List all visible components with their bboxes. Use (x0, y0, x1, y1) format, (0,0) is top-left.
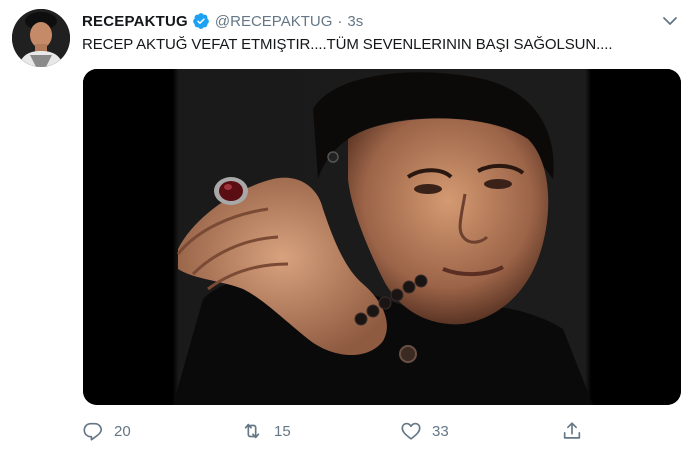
chevron-down-icon[interactable] (662, 14, 678, 26)
tweet-text: RECEP AKTUĞ VEFAT ETMIŞTIR....TÜM SEVENL… (82, 36, 613, 53)
retweet-count: 15 (274, 422, 291, 440)
tweet-timestamp[interactable]: 3s (347, 13, 363, 30)
share-icon (563, 422, 581, 439)
user-handle[interactable]: @RECEPAKTUG (215, 13, 332, 30)
retweet-button[interactable]: 15 (240, 418, 291, 444)
tweet-actions: 20 15 33 (82, 418, 602, 444)
header-separator: · (337, 12, 343, 30)
tweet-photo[interactable] (83, 69, 681, 405)
like-count: 33 (432, 422, 449, 440)
reply-count: 20 (114, 422, 131, 440)
verified-badge-icon (192, 12, 210, 30)
reply-icon (83, 422, 103, 441)
heart-icon (401, 422, 421, 440)
display-name[interactable]: RECEPAKTUG (82, 13, 188, 30)
retweet-icon (244, 423, 260, 439)
avatar[interactable] (12, 9, 70, 67)
photo-image (83, 69, 681, 405)
share-button[interactable] (561, 418, 583, 444)
tweet[interactable]: RECEPAKTUG @RECEPAKTUG · 3s RECEP AKTUĞ … (0, 0, 700, 452)
reply-button[interactable]: 20 (82, 418, 131, 444)
tweet-header: RECEPAKTUG @RECEPAKTUG · 3s (82, 10, 363, 32)
avatar-image (12, 9, 70, 67)
like-button[interactable]: 33 (400, 418, 449, 444)
